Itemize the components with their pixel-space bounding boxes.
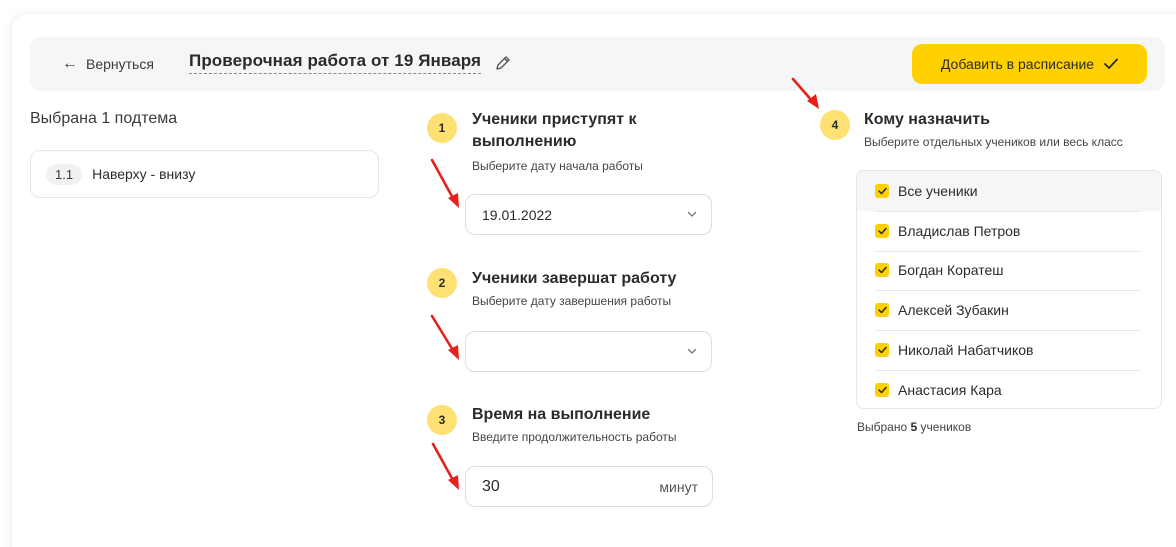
student-name: Богдан Коратеш	[898, 262, 1004, 279]
student-list: Все ученики Владислав Петров Богдан Кора…	[856, 170, 1162, 409]
student-name: Николай Набатчиков	[898, 342, 1034, 359]
duration-value: 30	[482, 477, 500, 495]
student-checkbox[interactable]: Алексей Зубакин	[857, 290, 1161, 330]
assign-step-hint: Выберите отдельных учеников или весь кла…	[864, 135, 1123, 149]
duration-step-title: Время на выполнение	[472, 406, 651, 423]
student-name: Владислав Петров	[898, 222, 1021, 239]
end-date-select[interactable]	[465, 331, 712, 372]
back-link-label: Вернуться	[86, 56, 154, 72]
selected-count: Выбрано 5 учеников	[857, 420, 971, 434]
duration-step-hint: Введите продолжительность работы	[472, 430, 677, 444]
chevron-down-icon	[687, 211, 697, 217]
start-date-select[interactable]: 19.01.2022	[465, 194, 712, 235]
subtopic-heading: Выбрана 1 подтема	[30, 110, 178, 127]
step-3-badge: 3	[427, 405, 457, 435]
end-step-hint: Выберите дату завершения работы	[472, 294, 672, 308]
all-students-checkbox[interactable]: Все ученики	[857, 171, 1161, 211]
add-to-schedule-label: Добавить в расписание	[940, 56, 1095, 72]
all-students-label: Все ученики	[898, 182, 978, 199]
step-1-badge: 1	[427, 113, 457, 143]
start-date-value: 19.01.2022	[482, 206, 553, 223]
subtopic-number-badge: 1.1	[46, 163, 83, 185]
student-name: Анастасия Кара	[898, 381, 1002, 398]
student-checkbox[interactable]: Богдан Коратеш	[857, 250, 1161, 291]
checkbox-checked-icon	[875, 183, 889, 198]
subtopic-item[interactable]: 1.1 Наверху - внизу	[30, 150, 379, 198]
student-checkbox[interactable]: Николай Набатчиков	[857, 330, 1161, 370]
checkbox-checked-icon	[875, 263, 889, 278]
pencil-icon[interactable]	[495, 55, 511, 71]
annotation-arrow-icon	[791, 77, 819, 109]
title-area: Проверочная работа от 19 Января	[189, 51, 511, 74]
selected-prefix: Выбрано	[857, 420, 908, 434]
checkbox-checked-icon	[875, 303, 889, 318]
arrow-left-icon: ←	[62, 55, 78, 72]
step-4-badge: 4	[820, 110, 850, 140]
student-checkbox[interactable]: Владислав Петров	[857, 210, 1161, 251]
step-2-badge: 2	[427, 268, 457, 298]
selected-suffix: учеников	[920, 420, 972, 434]
annotation-arrow-icon	[431, 442, 459, 490]
checkbox-checked-icon	[875, 343, 889, 358]
annotation-arrow-icon	[430, 314, 459, 360]
start-step-title: Ученики приступят к выполнению	[472, 111, 637, 150]
annotation-arrow-icon	[430, 158, 459, 208]
chevron-down-icon	[687, 348, 697, 354]
check-icon	[1104, 58, 1118, 69]
back-link[interactable]: ← Вернуться	[62, 53, 154, 75]
student-checkbox[interactable]: Анастасия Кара	[857, 369, 1161, 408]
end-step-title: Ученики завершат работу	[472, 270, 677, 287]
page-title[interactable]: Проверочная работа от 19 Января	[189, 51, 482, 74]
add-to-schedule-button[interactable]: Добавить в расписание	[912, 44, 1147, 84]
selected-number: 5	[910, 420, 918, 434]
subtopic-label: Наверху - внизу	[92, 166, 196, 182]
checkbox-checked-icon	[875, 223, 889, 238]
student-name: Алексей Зубакин	[898, 302, 1009, 319]
assign-step-title: Кому назначить	[864, 111, 990, 128]
checkbox-checked-icon	[875, 382, 889, 397]
start-step-hint: Выберите дату начала работы	[472, 159, 643, 173]
duration-unit: минут	[659, 478, 698, 495]
duration-input[interactable]: 30 минут	[465, 466, 713, 507]
